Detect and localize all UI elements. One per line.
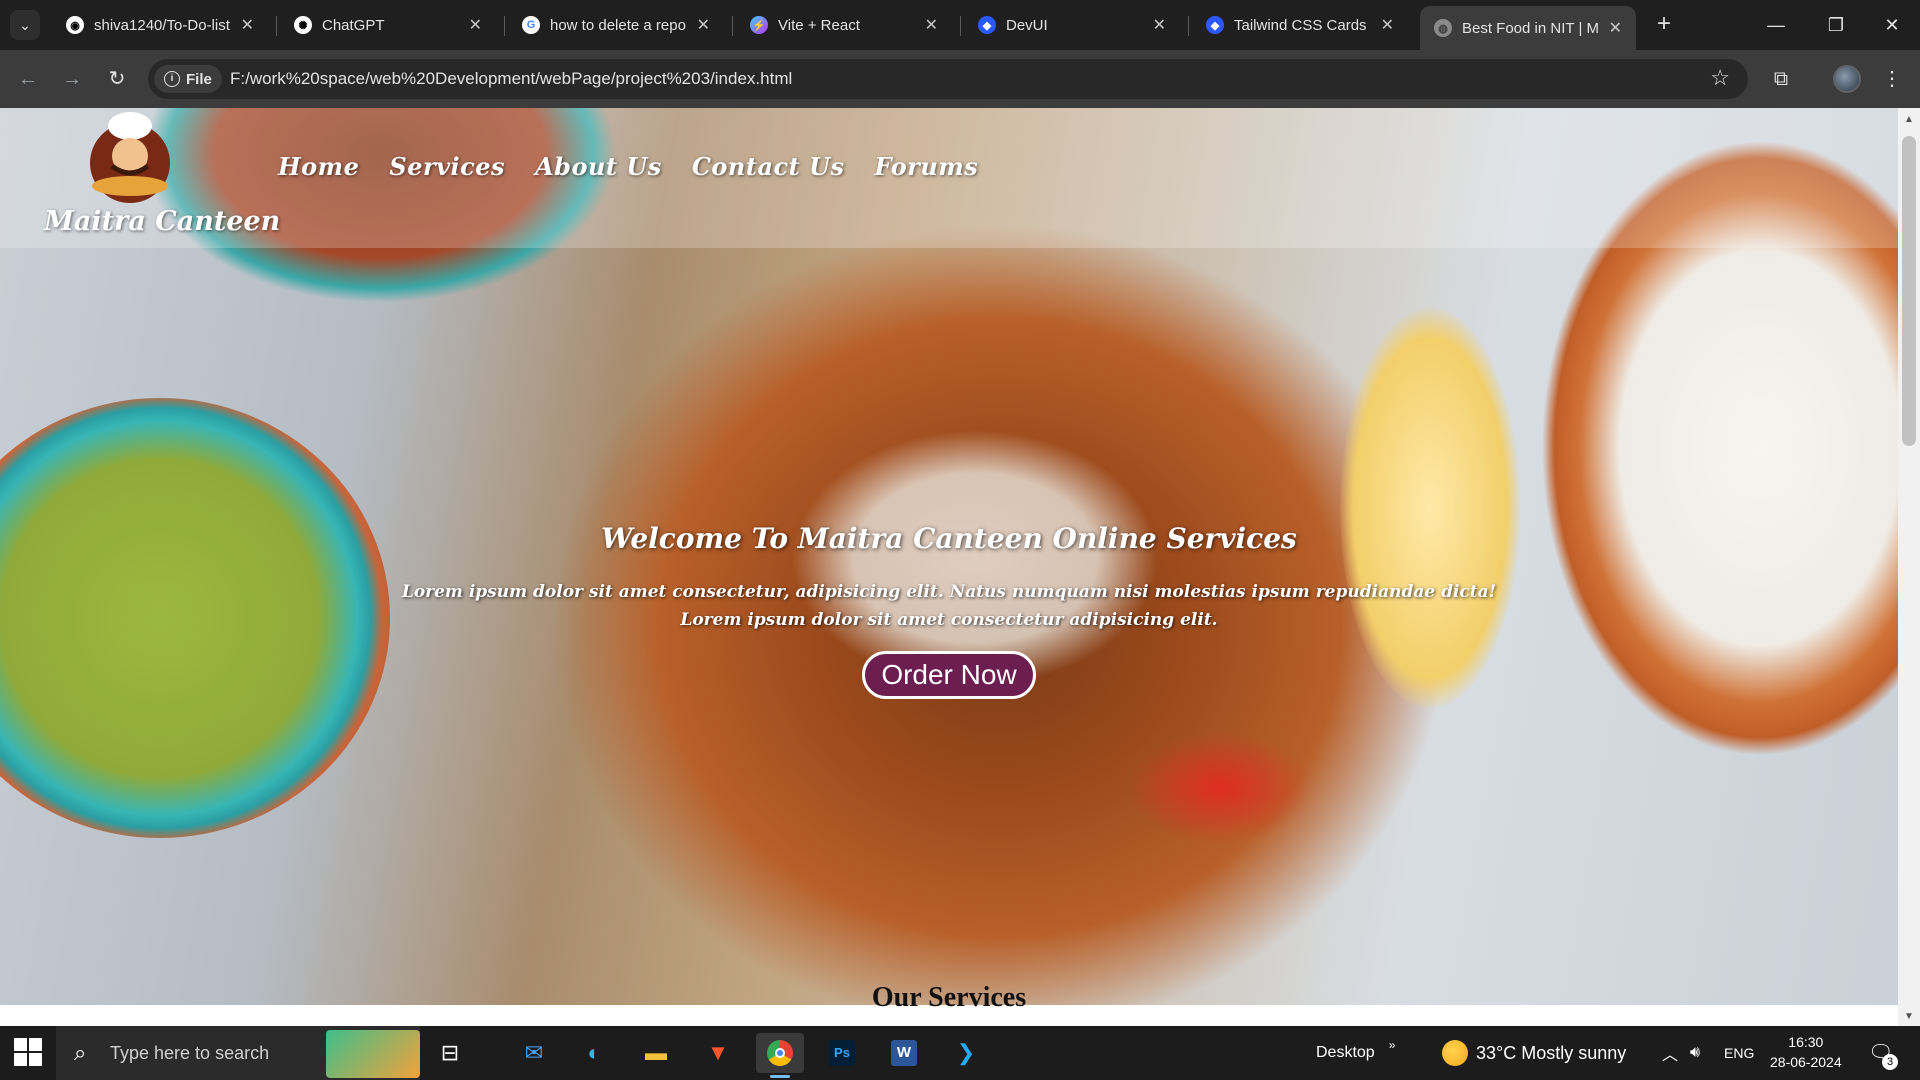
chevron-right-icon: » bbox=[1388, 1038, 1396, 1052]
page-scrollbar[interactable]: ▲ ▼ bbox=[1898, 108, 1920, 1026]
hero-heading: Welcome To Maitra Canteen Online Service… bbox=[601, 522, 1297, 555]
weather-widget[interactable]: 33°C Mostly sunny bbox=[1442, 1026, 1626, 1080]
chef-logo[interactable] bbox=[72, 108, 190, 203]
desktop-toolbar[interactable]: Desktop » bbox=[1316, 1026, 1395, 1080]
hero-text-line-1: Lorem ipsum dolor sit amet consectetur, … bbox=[401, 582, 1497, 602]
extensions-icon[interactable]: ⧉ bbox=[1765, 64, 1797, 96]
scrollbar-thumb[interactable] bbox=[1902, 136, 1916, 446]
nav-contact-us[interactable]: Contact Us bbox=[692, 152, 845, 181]
language-indicator[interactable]: ENG bbox=[1724, 1026, 1754, 1080]
tab-label: Best Food in NIT | Ma bbox=[1462, 19, 1599, 37]
close-icon[interactable]: ✕ bbox=[1609, 18, 1622, 38]
close-icon[interactable]: ✕ bbox=[241, 15, 254, 35]
minimize-button[interactable]: — bbox=[1746, 0, 1806, 50]
chatgpt-icon: ✺ bbox=[294, 16, 312, 34]
pepper-image bbox=[1120, 728, 1320, 848]
tab-tailwind-cards[interactable]: ◆ Tailwind CSS Cards - ✕ bbox=[1192, 6, 1408, 44]
nav-services[interactable]: Services bbox=[389, 152, 505, 181]
tab-vite-react[interactable]: ⚡ Vite + React ✕ bbox=[736, 6, 952, 44]
order-now-button[interactable]: Order Now bbox=[862, 651, 1036, 699]
window-close-button[interactable]: ✕ bbox=[1862, 0, 1920, 50]
address-bar[interactable]: i File F:/work%20space/web%20Development… bbox=[148, 59, 1748, 99]
tab-label: Tailwind CSS Cards - bbox=[1234, 16, 1371, 34]
file-explorer-icon[interactable]: ▬ bbox=[632, 1033, 680, 1073]
chrome-icon[interactable] bbox=[756, 1033, 804, 1078]
tab-chatgpt[interactable]: ✺ ChatGPT ✕ bbox=[280, 6, 496, 44]
site-info-chip[interactable]: i File bbox=[154, 65, 222, 93]
url-text[interactable]: F:/work%20space/web%20Development/webPag… bbox=[230, 69, 792, 89]
show-hidden-icons-chevron-icon[interactable]: ︿ bbox=[1662, 1026, 1678, 1080]
scroll-down-arrow-icon[interactable]: ▼ bbox=[1904, 1011, 1914, 1022]
our-services-heading: Our Services bbox=[871, 982, 1027, 1013]
brave-icon[interactable]: ▼ bbox=[694, 1033, 742, 1073]
task-view-icon[interactable]: ⊟ bbox=[426, 1033, 474, 1073]
nav-about-us[interactable]: About Us bbox=[535, 152, 662, 181]
tab-devui[interactable]: ◆ DevUI ✕ bbox=[964, 6, 1180, 44]
forward-button[interactable]: → bbox=[56, 63, 88, 95]
browser-toolbar: ← → ↻ i File F:/work%20space/web%20Devel… bbox=[0, 50, 1920, 108]
browser-tabstrip: ⌄ ◉ shiva1240/To-Do-list ✕ ✺ ChatGPT ✕ G… bbox=[0, 0, 1920, 50]
google-icon: G bbox=[522, 16, 540, 34]
search-placeholder: Type here to search bbox=[110, 1043, 270, 1063]
info-icon: i bbox=[164, 71, 180, 87]
tab-search-button[interactable]: ⌄ bbox=[10, 10, 40, 40]
tab-label: how to delete a repo bbox=[550, 16, 686, 34]
tab-github-todo[interactable]: ◉ shiva1240/To-Do-list ✕ bbox=[52, 6, 268, 44]
close-icon[interactable]: ✕ bbox=[469, 15, 482, 35]
desktop-label: Desktop bbox=[1316, 1044, 1375, 1061]
tailwind-icon: ◆ bbox=[1206, 16, 1224, 34]
vite-icon: ⚡ bbox=[750, 16, 768, 34]
page-viewport: Maitra Canteen Home Services About Us Co… bbox=[0, 108, 1898, 1026]
close-icon[interactable]: ✕ bbox=[1381, 15, 1394, 35]
windows-start-icon[interactable] bbox=[14, 1038, 44, 1068]
brand-name[interactable]: Maitra Canteen bbox=[44, 206, 280, 237]
lemon-wedge-image bbox=[1340, 308, 1520, 708]
back-button[interactable]: ← bbox=[12, 63, 44, 95]
taskbar-clock[interactable]: 16:30 28-06-2024 bbox=[1770, 1032, 1842, 1072]
weather-sun-icon bbox=[1442, 1040, 1468, 1066]
tab-google-search[interactable]: G how to delete a repo ✕ bbox=[508, 6, 724, 44]
close-icon[interactable]: ✕ bbox=[925, 15, 938, 35]
weather-text: 33°C Mostly sunny bbox=[1476, 1042, 1627, 1063]
restore-button[interactable]: ❐ bbox=[1806, 0, 1866, 50]
hero-section: Maitra Canteen Home Services About Us Co… bbox=[0, 108, 1898, 1005]
tab-best-food-active[interactable]: ◍ Best Food in NIT | Ma ✕ bbox=[1420, 6, 1636, 50]
scheme-label: File bbox=[186, 70, 212, 88]
nav-home[interactable]: Home bbox=[278, 152, 359, 181]
bookmark-star-icon[interactable]: ☆ bbox=[1710, 65, 1730, 91]
reload-button[interactable]: ↻ bbox=[101, 63, 133, 95]
volume-icon[interactable]: 🔊︎ bbox=[1690, 1026, 1700, 1080]
scroll-up-arrow-icon[interactable]: ▲ bbox=[1904, 114, 1914, 125]
edge-icon[interactable]: ◐ bbox=[570, 1033, 618, 1073]
clock-time: 16:30 bbox=[1788, 1034, 1824, 1050]
notification-count-badge: 3 bbox=[1882, 1054, 1898, 1070]
new-tab-button[interactable]: + bbox=[1650, 10, 1678, 40]
windows-taskbar: ⌕ Type here to search ⊟ ✉ ◐ ▬ ▼ Ps W ❯ D… bbox=[0, 1026, 1920, 1080]
tab-label: shiva1240/To-Do-list bbox=[94, 16, 230, 34]
search-highlight-image[interactable] bbox=[326, 1030, 420, 1078]
globe-icon: ◍ bbox=[1434, 19, 1452, 37]
photoshop-icon[interactable]: Ps bbox=[818, 1033, 866, 1073]
profile-avatar[interactable] bbox=[1833, 65, 1861, 93]
tab-label: DevUI bbox=[1006, 16, 1048, 34]
mail-icon[interactable]: ✉ bbox=[510, 1033, 558, 1073]
tab-label: ChatGPT bbox=[322, 16, 385, 34]
close-icon[interactable]: ✕ bbox=[697, 15, 710, 35]
word-icon[interactable]: W bbox=[880, 1033, 928, 1073]
github-icon: ◉ bbox=[66, 16, 84, 34]
close-icon[interactable]: ✕ bbox=[1153, 15, 1166, 35]
clock-date: 28-06-2024 bbox=[1770, 1054, 1842, 1070]
nav-forums[interactable]: Forums bbox=[875, 152, 979, 181]
vscode-icon[interactable]: ❯ bbox=[942, 1033, 990, 1073]
menu-kebab-icon[interactable]: ⋮ bbox=[1876, 64, 1908, 96]
search-icon: ⌕ bbox=[74, 1040, 87, 1065]
devui-icon: ◆ bbox=[978, 16, 996, 34]
main-nav: Home Services About Us Contact Us Forums bbox=[278, 152, 978, 181]
hero-text-line-2: Lorem ipsum dolor sit amet consectetur a… bbox=[680, 610, 1218, 630]
tab-label: Vite + React bbox=[778, 16, 860, 34]
language-label: ENG bbox=[1724, 1045, 1755, 1061]
